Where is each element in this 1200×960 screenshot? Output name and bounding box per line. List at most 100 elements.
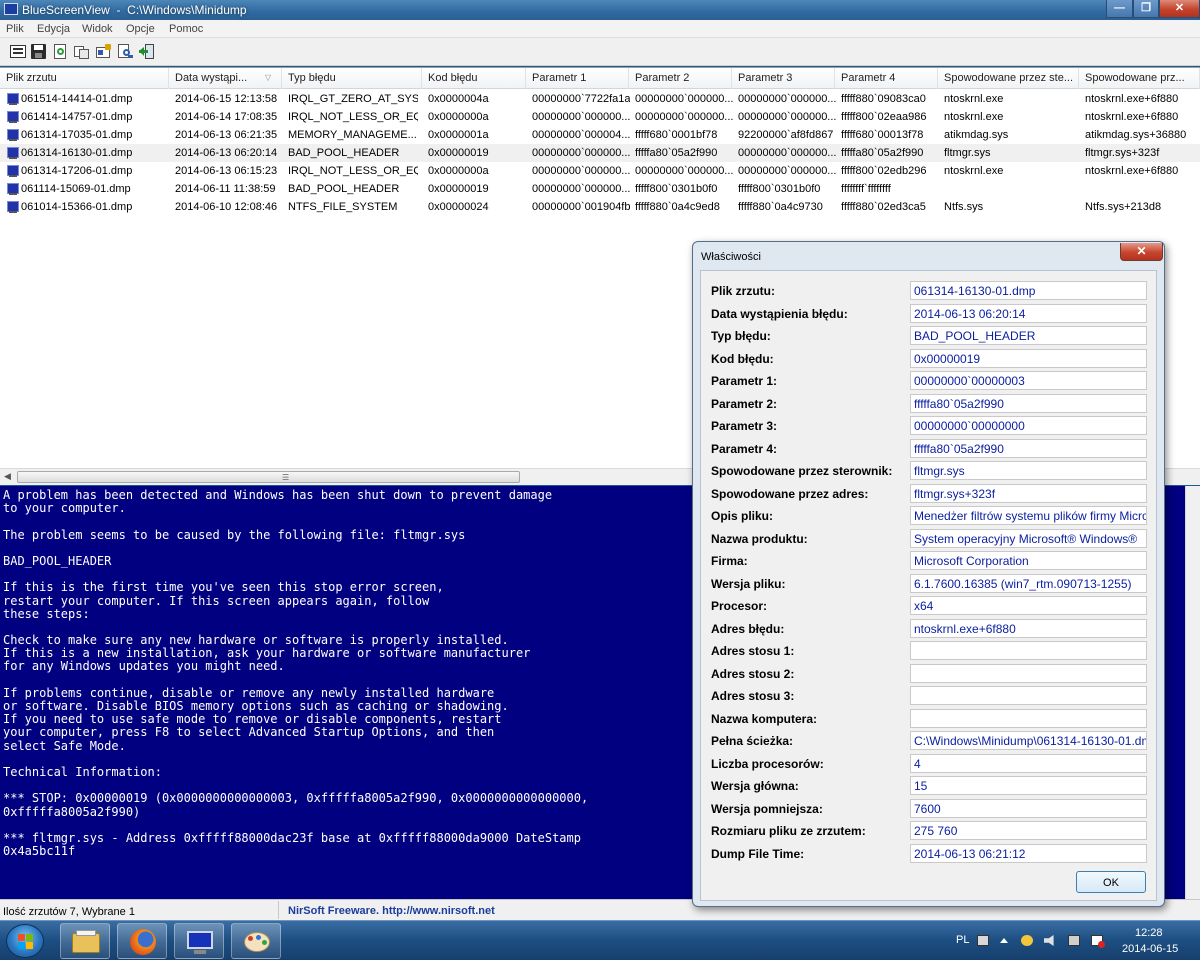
scroll-left-arrow-icon[interactable]: ◀ (4, 471, 11, 482)
menu-options[interactable]: Opcje (126, 23, 155, 35)
show-hidden-icons-icon[interactable] (1000, 938, 1008, 943)
table-cell: 92200000`af8fd867 (738, 129, 834, 141)
properties-icon[interactable] (96, 44, 112, 59)
clock-time[interactable]: 12:28 (1135, 927, 1163, 939)
table-cell: Ntfs.sys+213d8 (1085, 201, 1162, 213)
column-header-parameter-3[interactable]: Parametr 3 (732, 68, 835, 89)
close-button[interactable]: ✕ (1159, 0, 1200, 18)
paint-icon[interactable] (231, 923, 281, 959)
property-value-field[interactable]: Microsoft Corporation (910, 551, 1147, 570)
ok-button[interactable]: OK (1076, 871, 1146, 893)
property-value-field[interactable]: 2014-06-13 06:21:12 (910, 843, 1147, 863)
menu-help[interactable]: Pomoc (169, 23, 203, 35)
property-value-field[interactable] (910, 708, 1147, 728)
property-value-field[interactable]: fltmgr.sys (910, 461, 1147, 480)
table-cell: fffff880`0a4c9ed8 (635, 201, 720, 213)
column-header-parameter-2[interactable]: Parametr 2 (629, 68, 732, 89)
keyboard-icon[interactable] (977, 935, 989, 946)
table-cell: IRQL_NOT_LESS_OR_EQ... (288, 111, 418, 123)
table-cell: 2014-06-10 12:08:46 (175, 201, 278, 213)
table-cell: fffff800`02edb296 (841, 165, 927, 177)
bluescreen-vertical-scrollbar[interactable] (1185, 486, 1200, 899)
column-header-bug-check[interactable]: Typ błędu (282, 68, 422, 89)
clock-date[interactable]: 2014-06-15 (1122, 943, 1178, 955)
property-value-field[interactable] (910, 686, 1147, 705)
property-value-field[interactable]: 061314-16130-01.dmp (910, 281, 1147, 300)
taskbar: PL 12:28 2014-06-15 (0, 920, 1200, 960)
table-row[interactable]: 061414-14757-01.dmp 2014-06-14 17:08:35 IR… (0, 108, 1200, 126)
property-value-field[interactable]: 4 (910, 753, 1147, 773)
property-value-field[interactable] (910, 641, 1147, 660)
properties-panel: Plik zrzutu: 061314-16130-01.dmp Data wyst… (700, 270, 1157, 901)
property-value-field[interactable]: C:\Windows\Minidump\061314-16130-01.dmp (910, 731, 1147, 750)
maximize-button[interactable]: ❐ (1133, 0, 1159, 18)
network-icon[interactable] (1068, 935, 1080, 946)
firefox-icon[interactable] (117, 923, 167, 959)
weather-icon[interactable] (1021, 935, 1033, 946)
table-row[interactable]: 061514-14414-01.dmp 2014-06-15 12:13:58 IR… (0, 90, 1200, 108)
property-value-field[interactable]: 00000000`00000000 (910, 416, 1147, 435)
scrollbar-thumb[interactable]: ☰ (17, 471, 520, 483)
volume-icon[interactable] (1044, 935, 1054, 946)
action-center-icon[interactable] (1091, 935, 1105, 948)
column-header-parameter-4[interactable]: Parametr 4 (835, 68, 938, 89)
table-row[interactable]: 061014-15366-01.dmp 2014-06-10 12:08:46 NT… (0, 198, 1200, 216)
title-bar[interactable]: BlueScreenView - C:\Windows\Minidump — ❐… (0, 0, 1200, 20)
nirsoft-link[interactable]: NirSoft Freeware. http://www.nirsoft.net (288, 905, 495, 917)
column-header-caused-by-address[interactable]: Spowodowane prz... (1079, 68, 1200, 89)
column-header-dump-file[interactable]: Plik zrzutu (0, 68, 169, 89)
property-value-field[interactable] (910, 663, 1147, 683)
list-header: Plik zrzutu Data wystąpi... Typ błędu Ko… (0, 68, 1200, 89)
property-value-field[interactable]: 15 (910, 776, 1147, 795)
property-value-field[interactable]: 2014-06-13 06:20:14 (910, 303, 1147, 323)
property-value-field[interactable]: BAD_POOL_HEADER (910, 326, 1147, 345)
save-icon[interactable] (31, 44, 47, 59)
dump-file-icon (7, 183, 19, 195)
property-value-field[interactable]: 0x00000019 (910, 348, 1147, 368)
bluescreenview-icon[interactable] (174, 923, 224, 959)
table-cell: IRQL_GT_ZERO_AT_SYS... (288, 93, 418, 105)
table-row[interactable]: 061314-17206-01.dmp 2014-06-13 06:15:23 IR… (0, 162, 1200, 180)
property-value-field[interactable]: x64 (910, 596, 1147, 615)
dialog-close-button[interactable]: ✕ (1120, 243, 1163, 261)
table-row[interactable]: 061114-15069-01.dmp 2014-06-11 11:38:59 BA… (0, 180, 1200, 198)
property-value-field[interactable]: fltmgr.sys+323f (910, 483, 1147, 503)
property-value-field[interactable]: 00000000`00000003 (910, 371, 1147, 390)
table-cell: fffffa80`05a2f990 (841, 147, 924, 159)
save-html-report-icon[interactable] (10, 44, 26, 59)
copy-icon[interactable] (74, 44, 90, 59)
dump-count-status: Ilość zrzutów 7, Wybrane 1 (3, 906, 135, 918)
table-cell: 0x0000000a (428, 165, 489, 177)
find-icon[interactable] (118, 44, 134, 59)
table-cell: 00000000`000000... (635, 111, 733, 123)
table-cell: ntoskrnl.exe+6f880 (1085, 93, 1179, 105)
menu-file[interactable]: Plik (6, 23, 24, 35)
language-indicator[interactable]: PL (956, 934, 969, 946)
column-header-caused-by-driver[interactable]: Spowodowane przez ste... (938, 68, 1079, 89)
menu-view[interactable]: Widok (82, 23, 113, 35)
column-header-parameter-1[interactable]: Parametr 1 (526, 68, 629, 89)
table-row[interactable]: 061314-17035-01.dmp 2014-06-13 06:21:35 ME… (0, 126, 1200, 144)
property-value-field[interactable]: 6.1.7600.16385 (win7_rtm.090713-1255) (910, 573, 1147, 593)
table-cell: fltmgr.sys+323f (1085, 147, 1160, 159)
property-value-field[interactable]: System operacyjny Microsoft® Windows® (910, 528, 1147, 548)
table-cell: 0x00000019 (428, 147, 489, 159)
table-cell: 00000000`001904fb (532, 201, 630, 213)
property-value-field[interactable]: 7600 (910, 798, 1147, 818)
property-label: Typ błędu: (711, 329, 771, 343)
exit-icon[interactable] (139, 44, 155, 59)
table-row[interactable]: 061314-16130-01.dmp 2014-06-13 06:20:14 BA… (0, 144, 1200, 162)
property-label: Adres stosu 2: (711, 666, 795, 681)
start-button[interactable] (6, 924, 44, 958)
property-value-field[interactable]: Menedżer filtrów systemu plików firmy Mi… (910, 506, 1147, 525)
table-cell: fffff800`0301b0f0 (738, 183, 821, 195)
property-value-field[interactable]: fffffa80`05a2f990 (910, 393, 1147, 413)
menu-edit[interactable]: Edycja (37, 23, 70, 35)
column-header-bug-code[interactable]: Kod błędu (422, 68, 526, 89)
minimize-button[interactable]: — (1106, 0, 1133, 18)
explorer-icon[interactable] (60, 923, 110, 959)
refresh-icon[interactable] (53, 44, 69, 59)
property-value-field[interactable]: fffffa80`05a2f990 (910, 438, 1147, 458)
property-value-field[interactable]: 275 760 (910, 821, 1147, 840)
property-value-field[interactable]: ntoskrnl.exe+6f880 (910, 618, 1147, 638)
